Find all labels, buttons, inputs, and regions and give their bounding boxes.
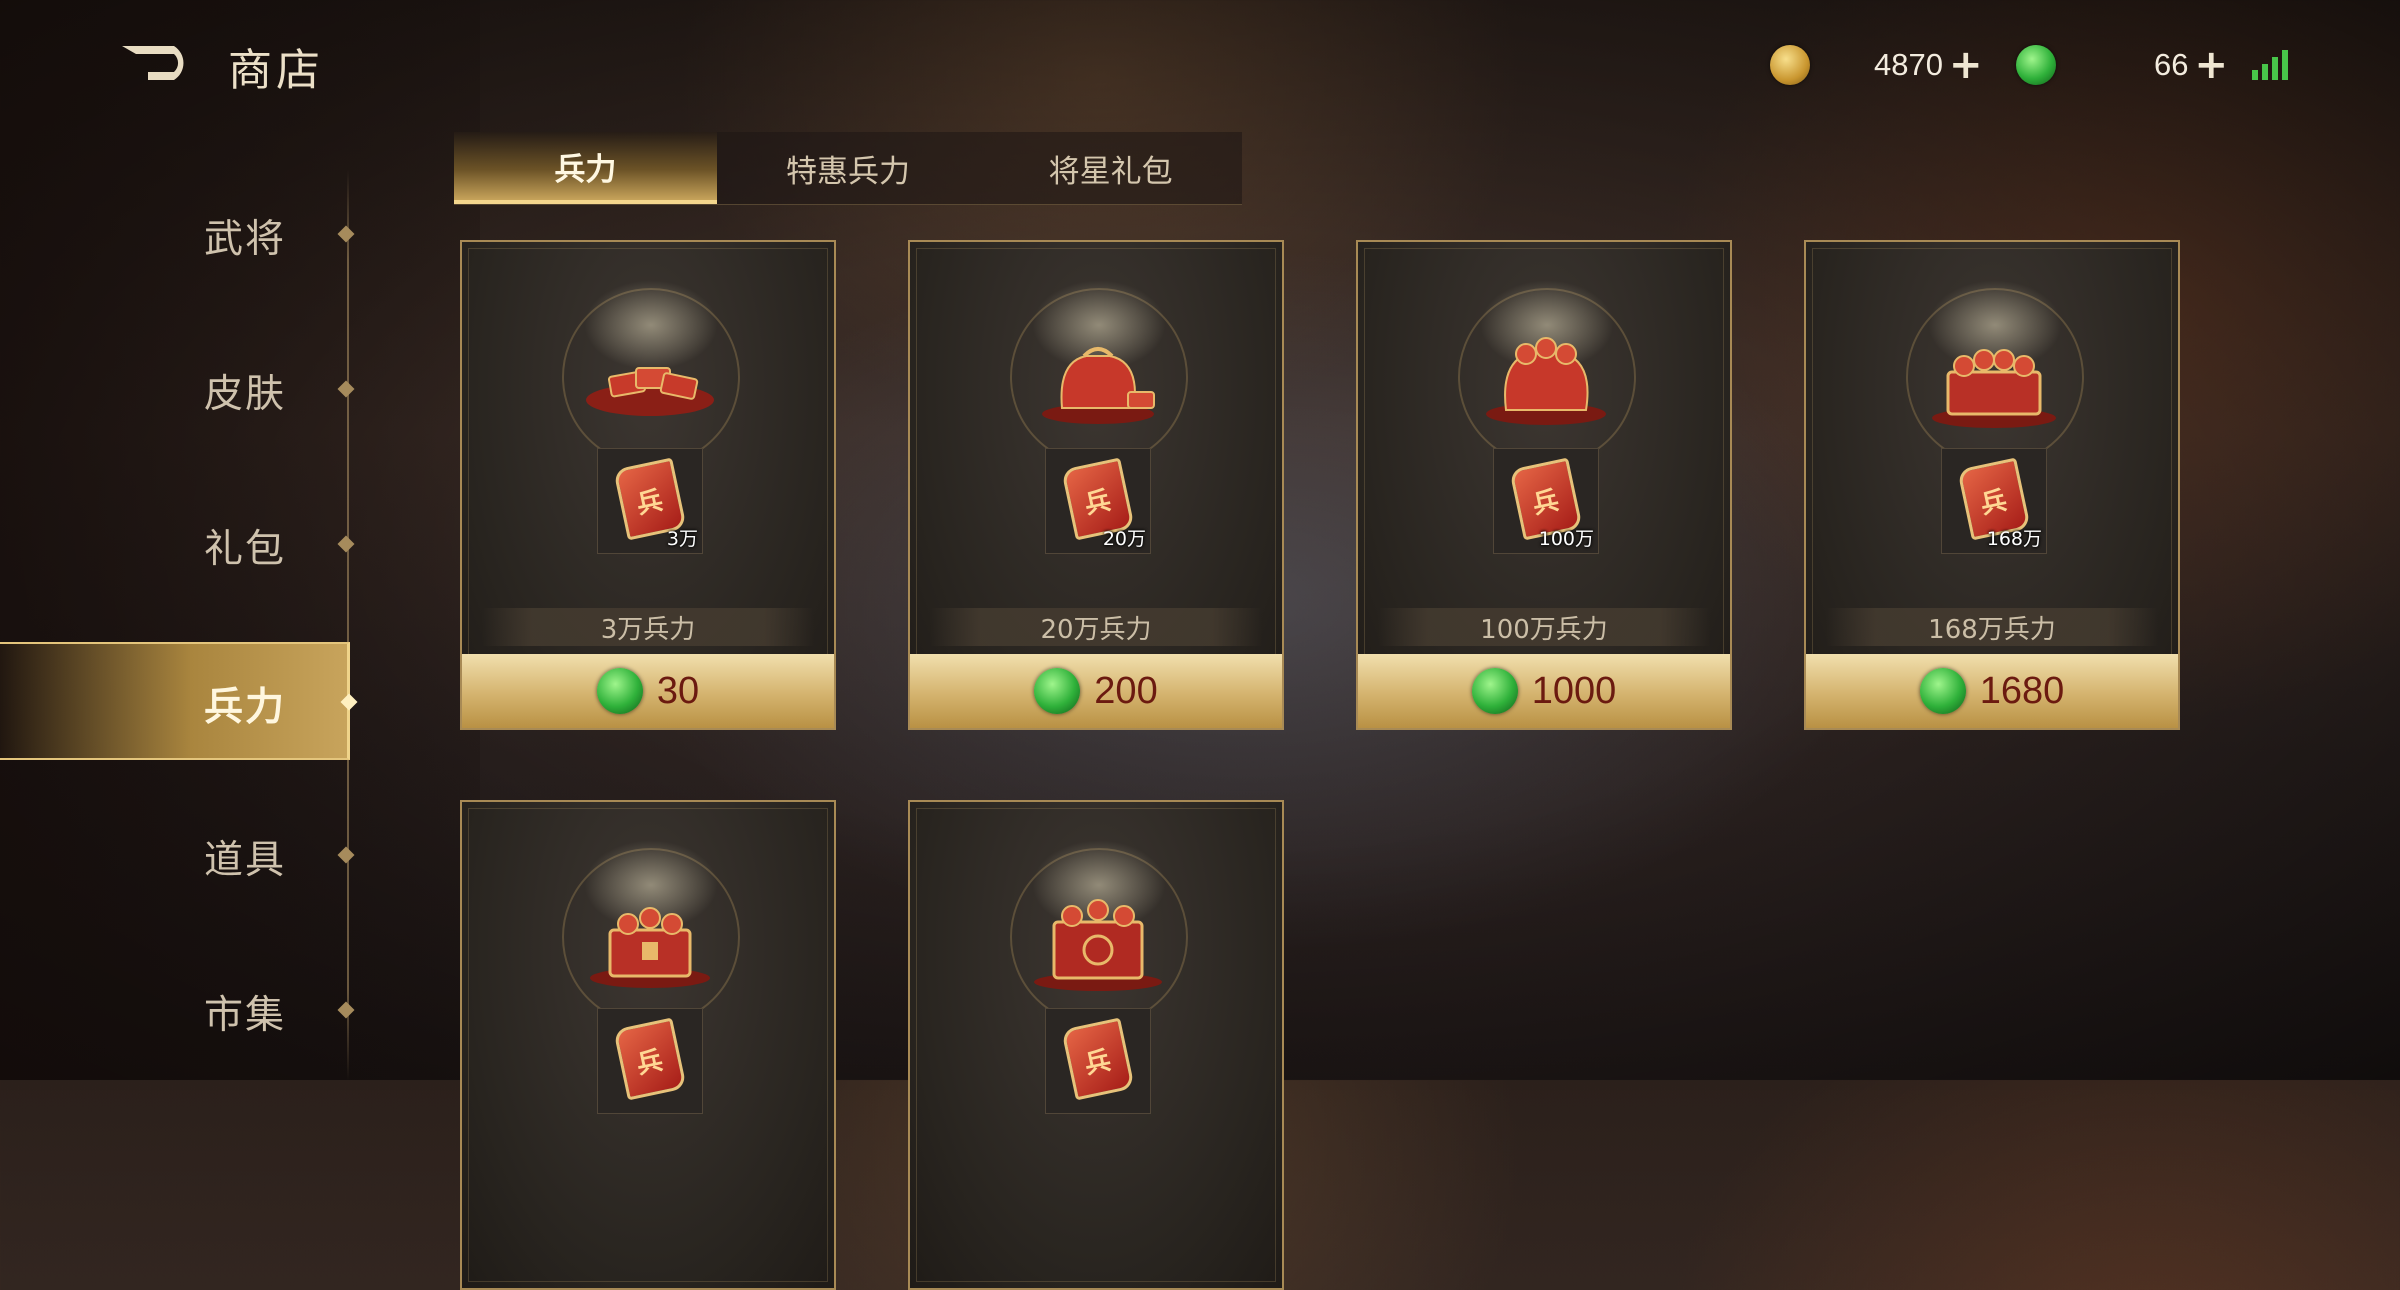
token-quantity: 3万 <box>666 528 698 550</box>
token-quantity: 20万 <box>1102 528 1146 550</box>
product-card[interactable]: 3万 3万兵力 30 <box>460 240 836 730</box>
product-name: 100万兵力 <box>1378 608 1710 646</box>
jade-coin-icon <box>1919 668 1966 714</box>
troop-token-bag-icon <box>1042 347 1155 424</box>
jade-amount: 66 <box>2154 47 2189 82</box>
troop-token-slot: 20万 <box>1045 448 1151 554</box>
sidebar-item-label: 市集 <box>204 993 287 1038</box>
jade-coin-icon <box>596 668 643 714</box>
buy-button[interactable]: 30 <box>462 654 834 728</box>
sidebar-divider <box>347 170 349 1080</box>
buy-button[interactable]: 200 <box>910 654 1282 728</box>
product-card[interactable] <box>460 800 836 1290</box>
tab-troops[interactable]: 兵力 <box>454 132 717 204</box>
category-tabs: 兵力 特惠兵力 将星礼包 <box>454 132 1242 205</box>
add-gold-button[interactable]: + <box>1949 45 1983 85</box>
tab-general-star-pack[interactable]: 将星礼包 <box>979 132 1242 204</box>
troop-token-icon <box>1061 1017 1135 1101</box>
product-card[interactable]: 20万 20万兵力 200 <box>908 240 1284 730</box>
product-name: 168万兵力 <box>1826 608 2158 646</box>
gold-amount: 4870 <box>1874 47 1943 82</box>
troop-token-slot: 168万 <box>1941 448 2047 554</box>
troop-token-slot <box>597 1008 703 1114</box>
token-quantity: 168万 <box>1986 528 2042 550</box>
sidebar-item-generals[interactable]: 武将 <box>0 184 355 284</box>
sidebar-item-label: 皮肤 <box>204 372 287 417</box>
gold-amount-group: 4870 + <box>1874 40 1982 90</box>
troop-token-slot: 100万 <box>1493 448 1599 554</box>
troop-token-sack-icon <box>1486 337 1606 425</box>
sidebar-item-items[interactable]: 道具 <box>0 805 355 905</box>
tab-discount-troops[interactable]: 特惠兵力 <box>717 132 980 204</box>
troop-token-large-chest-icon <box>1034 899 1162 991</box>
product-card[interactable] <box>908 800 1284 1290</box>
jade-coin-icon <box>1034 668 1081 714</box>
sidebar-item-troops[interactable]: 兵力 <box>0 642 358 760</box>
sidebar-item-label: 礼包 <box>204 527 287 572</box>
gold-currency <box>1770 40 1810 90</box>
token-quantity: 100万 <box>1538 528 1594 550</box>
buy-button[interactable]: 1000 <box>1358 654 1730 728</box>
add-jade-button[interactable]: + <box>2194 45 2228 85</box>
jade-coin-icon <box>1471 668 1518 714</box>
troop-token-slot <box>1045 1008 1151 1114</box>
troop-token-chest-icon <box>1932 349 2056 428</box>
gold-coin-icon <box>1770 45 1810 85</box>
product-name: 20万兵力 <box>930 608 1262 646</box>
troop-token-small-chest-icon <box>590 907 710 988</box>
product-name: 3万兵力 <box>482 608 814 646</box>
sidebar-item-skins[interactable]: 皮肤 <box>0 339 355 439</box>
signal-strength-icon <box>2252 48 2292 80</box>
sidebar-item-market[interactable]: 市集 <box>0 960 355 1060</box>
sidebar-item-label: 武将 <box>204 217 287 262</box>
page-title: 商店 <box>228 45 324 96</box>
troop-token-icon <box>613 1017 687 1101</box>
product-price: 30 <box>656 669 700 712</box>
jade-amount-group: 66 + <box>2154 40 2228 90</box>
jade-currency <box>2016 40 2056 90</box>
back-arrow-icon[interactable] <box>118 40 204 86</box>
buy-button[interactable]: 1680 <box>1806 654 2178 728</box>
sidebar-item-label: 道具 <box>204 838 287 883</box>
troop-token-slot: 3万 <box>597 448 703 554</box>
sidebar-item-label: 兵力 <box>204 685 287 730</box>
jade-coin-icon <box>2016 45 2056 85</box>
product-card[interactable]: 100万 100万兵力 1000 <box>1356 240 1732 730</box>
sidebar-item-packs[interactable]: 礼包 <box>0 494 355 594</box>
troop-tokens-pile-icon <box>586 367 714 416</box>
product-price: 200 <box>1094 669 1158 712</box>
product-price: 1680 <box>1979 669 2065 712</box>
product-price: 1000 <box>1531 669 1617 712</box>
product-card[interactable]: 168万 168万兵力 1680 <box>1804 240 2180 730</box>
